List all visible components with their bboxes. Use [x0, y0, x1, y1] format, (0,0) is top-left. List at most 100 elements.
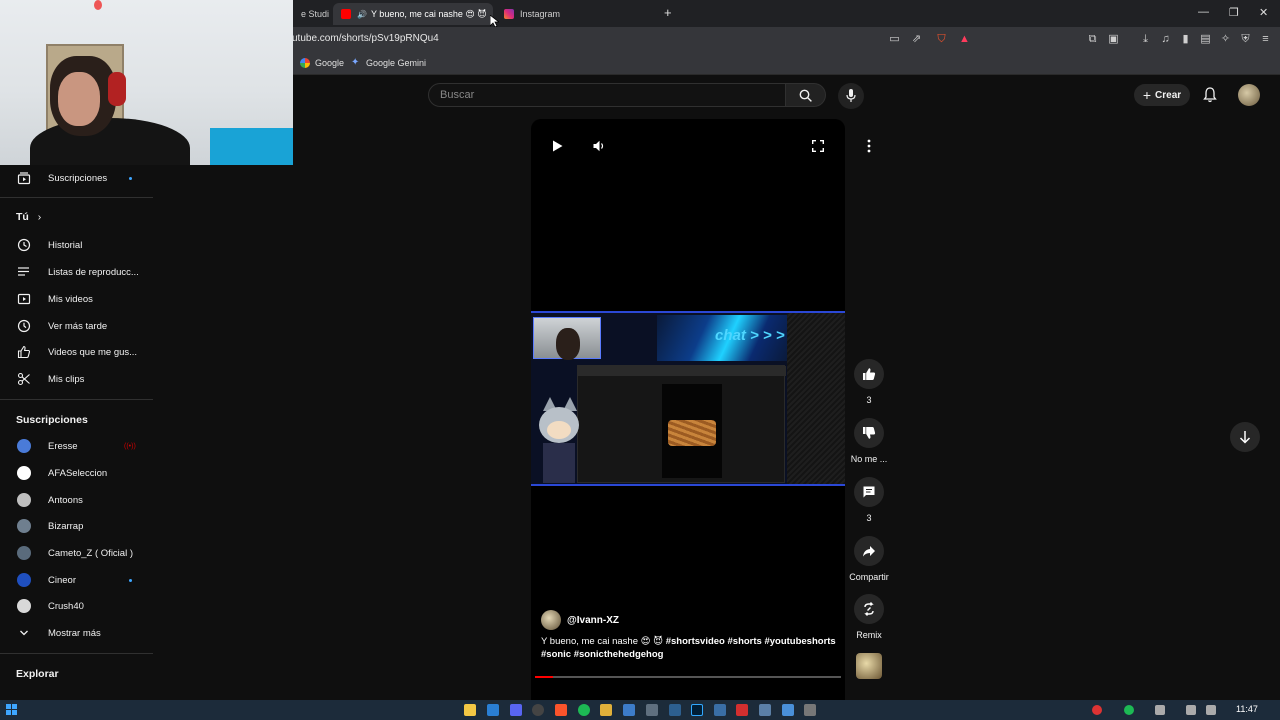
obs-icon[interactable]: [532, 704, 544, 716]
network-tray-icon[interactable]: [1206, 705, 1216, 715]
screenshot-icon[interactable]: ▣: [1107, 33, 1120, 46]
brave-browser-icon[interactable]: [555, 704, 567, 716]
tray-icon[interactable]: [1124, 705, 1134, 715]
account-avatar[interactable]: [1238, 84, 1260, 106]
chevron-right-icon: ›: [37, 211, 42, 223]
tab-instagram[interactable]: Instagram: [496, 3, 656, 25]
brave-shield-icon[interactable]: ⛉: [935, 33, 948, 46]
sidebar-channel-eresse[interactable]: Eresse ((•)): [0, 434, 153, 458]
short-channel-row[interactable]: @Ivann-XZ: [541, 610, 619, 630]
fullscreen-icon[interactable]: [812, 140, 824, 152]
sidebar-channel-antoons[interactable]: Antoons: [0, 488, 153, 512]
taskbar-clock[interactable]: 11:47: [1236, 704, 1258, 714]
sidebar-item-history[interactable]: Historial: [0, 233, 153, 257]
sidebar-channel-cameto-z[interactable]: Cameto_Z ( Oficial ): [0, 541, 153, 565]
comments-action[interactable]: 3: [847, 477, 891, 523]
dislike-label: No me ...: [850, 454, 888, 464]
spotify-icon[interactable]: [578, 704, 590, 716]
bookmark-gemini[interactable]: ✦ Google Gemini: [351, 58, 426, 69]
taskbar-app-icon[interactable]: [487, 704, 499, 716]
taskbar-app-icon[interactable]: [714, 704, 726, 716]
wallet-icon[interactable]: ▤: [1199, 33, 1212, 46]
taskbar-app-icon[interactable]: [782, 704, 794, 716]
dislike-button[interactable]: [854, 418, 884, 448]
file-explorer-icon[interactable]: [464, 704, 476, 716]
new-content-dot: [129, 578, 132, 582]
cast-icon[interactable]: ▭: [888, 33, 901, 46]
dislike-action[interactable]: No me ...: [847, 418, 891, 464]
remix-action[interactable]: Remix: [847, 594, 891, 640]
extensions-icon[interactable]: ⧉: [1086, 33, 1099, 46]
sidebar-show-more[interactable]: Mostrar más: [0, 621, 153, 645]
windows-start-icon[interactable]: [6, 704, 17, 715]
maximize-icon[interactable]: ❐: [1229, 6, 1239, 19]
sidebar-channel-crush40[interactable]: Crush40: [0, 594, 153, 618]
volume-icon[interactable]: [593, 140, 606, 152]
taskbar-app-icon[interactable]: [759, 704, 771, 716]
minimize-icon[interactable]: —: [1198, 6, 1209, 18]
leo-ai-icon[interactable]: ✧: [1219, 33, 1232, 46]
search-input[interactable]: Buscar: [428, 83, 786, 107]
share-action[interactable]: Compartir: [847, 536, 891, 582]
comments-button[interactable]: [854, 477, 884, 507]
stream-screen-toolbar: [578, 366, 786, 376]
close-window-icon[interactable]: ✕: [1259, 6, 1268, 19]
play-icon[interactable]: [552, 140, 563, 152]
vpn-icon[interactable]: ⛨: [1239, 33, 1252, 46]
character-face: [547, 421, 571, 439]
tab-active-short[interactable]: 🔊 Y bueno, me cai nashe 😍 😈 ✕: [333, 3, 493, 25]
sidebar-item-label: Suscripciones: [48, 172, 108, 184]
notifications-bell-icon[interactable]: [1202, 87, 1218, 103]
taskbar-app-icon[interactable]: [669, 704, 681, 716]
download-icon[interactable]: ⤓: [1139, 33, 1152, 46]
volume-tray-icon[interactable]: [1186, 705, 1196, 715]
sidebar-item-my-videos[interactable]: Mis videos: [0, 287, 153, 311]
like-action[interactable]: 3: [847, 359, 891, 405]
plus-icon: +: [1142, 87, 1152, 103]
voice-search-button[interactable]: [838, 83, 864, 109]
thumbs-up-icon: [863, 368, 876, 380]
sidebar-channel-bizarrap[interactable]: Bizarrap: [0, 514, 153, 538]
channel-avatar[interactable]: [541, 610, 561, 630]
create-label: Crear: [1155, 89, 1182, 101]
next-short-button[interactable]: [1230, 422, 1260, 452]
sidebar-channel-afaseleccion[interactable]: AFASeleccion: [0, 461, 153, 485]
tray-icon[interactable]: [1092, 705, 1102, 715]
taskbar-app-icon[interactable]: [623, 704, 635, 716]
shorts-player[interactable]: chat > > > @Ivann-XZ Y bueno, me cai nas…: [531, 119, 845, 700]
bookmark-google[interactable]: Google: [300, 58, 344, 68]
you-section-header[interactable]: Tú ›: [16, 211, 41, 223]
tab-studio[interactable]: e Studi: [293, 3, 331, 25]
taskbar-app-icon[interactable]: [804, 704, 816, 716]
video-progress-bar[interactable]: [535, 676, 841, 678]
remix-button[interactable]: [854, 594, 884, 624]
taskbar-app-icon[interactable]: [646, 704, 658, 716]
tab-label: Y bueno, me cai nashe 😍 😈: [370, 8, 487, 19]
create-button[interactable]: + Crear: [1134, 84, 1190, 106]
channel-name[interactable]: @Ivann-XZ: [567, 615, 619, 626]
sidebar-item-liked-videos[interactable]: Videos que me gus...: [0, 340, 153, 364]
menu-icon[interactable]: ≡: [1259, 33, 1272, 46]
sidebar-item-subscriptions[interactable]: Suscripciones: [0, 166, 153, 190]
thumbs-down-icon: [863, 427, 876, 439]
more-options-icon[interactable]: [865, 138, 873, 154]
discord-icon[interactable]: [510, 704, 522, 716]
brave-rewards-icon[interactable]: ▲: [958, 33, 971, 46]
photoshop-icon[interactable]: [691, 704, 703, 716]
sidebar-toggle-icon[interactable]: ▮: [1179, 33, 1192, 46]
tray-icon[interactable]: [1155, 705, 1165, 715]
sidebar-item-watch-later[interactable]: Ver más tarde: [0, 314, 153, 338]
share-button[interactable]: [854, 536, 884, 566]
taskbar-app-icon[interactable]: [600, 704, 612, 716]
taskbar-app-icon[interactable]: [736, 704, 748, 716]
search-button[interactable]: [786, 83, 826, 107]
media-icon[interactable]: ♫: [1159, 33, 1172, 46]
sidebar-item-playlists[interactable]: Listas de reproducc...: [0, 260, 153, 284]
new-tab-icon[interactable]: +: [664, 5, 672, 20]
sound-thumbnail[interactable]: [856, 653, 882, 679]
share-page-icon[interactable]: ⇗: [910, 33, 923, 46]
address-bar[interactable]: utube.com/shorts/pSv19pRNQu4: [292, 33, 439, 44]
sidebar-item-my-clips[interactable]: Mis clips: [0, 367, 153, 391]
sidebar-channel-cineor[interactable]: Cineor: [0, 568, 153, 592]
like-button[interactable]: [854, 359, 884, 389]
